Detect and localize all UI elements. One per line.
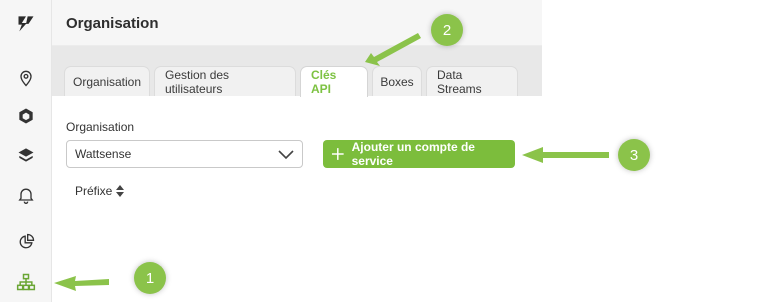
add-service-account-button[interactable]: Ajouter un compte de service <box>323 140 515 168</box>
organisation-icon[interactable] <box>14 270 38 294</box>
annotation-badge-3: 3 <box>618 139 650 171</box>
bell-icon[interactable] <box>14 183 38 207</box>
sidebar <box>0 0 52 302</box>
add-service-account-label: Ajouter un compte de service <box>351 140 475 168</box>
sort-icon <box>116 185 125 197</box>
organisation-label: Organisation <box>66 120 135 134</box>
organisation-select[interactable]: Wattsense <box>66 140 303 168</box>
column-header-prefix[interactable]: Préfixe <box>75 184 125 198</box>
chevron-down-icon <box>278 150 294 160</box>
tab-boxes[interactable]: Boxes <box>372 66 422 96</box>
layers-icon[interactable] <box>14 143 38 167</box>
plus-icon <box>331 148 344 160</box>
main-panel: Organisation Organisation Gestion des ut… <box>52 0 542 302</box>
organisation-select-value: Wattsense <box>75 147 132 161</box>
logo-icon[interactable] <box>14 11 38 35</box>
pie-chart-icon[interactable] <box>14 230 38 254</box>
tab-bar: Organisation Gestion des utilisateurs Cl… <box>52 46 542 97</box>
column-header-label: Préfixe <box>75 184 113 198</box>
cube-icon[interactable] <box>14 104 38 128</box>
location-icon[interactable] <box>14 66 38 90</box>
page-title: Organisation <box>66 15 159 32</box>
tab-organisation[interactable]: Organisation <box>64 66 150 96</box>
tab-api-keys[interactable]: Clés API <box>300 66 368 97</box>
app-header: Organisation <box>52 0 542 46</box>
tab-data-streams[interactable]: Data Streams <box>426 66 518 96</box>
annotation-badge-2: 2 <box>431 14 463 46</box>
tab-user-management[interactable]: Gestion des utilisateurs <box>154 66 296 96</box>
annotation-badge-1: 1 <box>134 262 166 294</box>
